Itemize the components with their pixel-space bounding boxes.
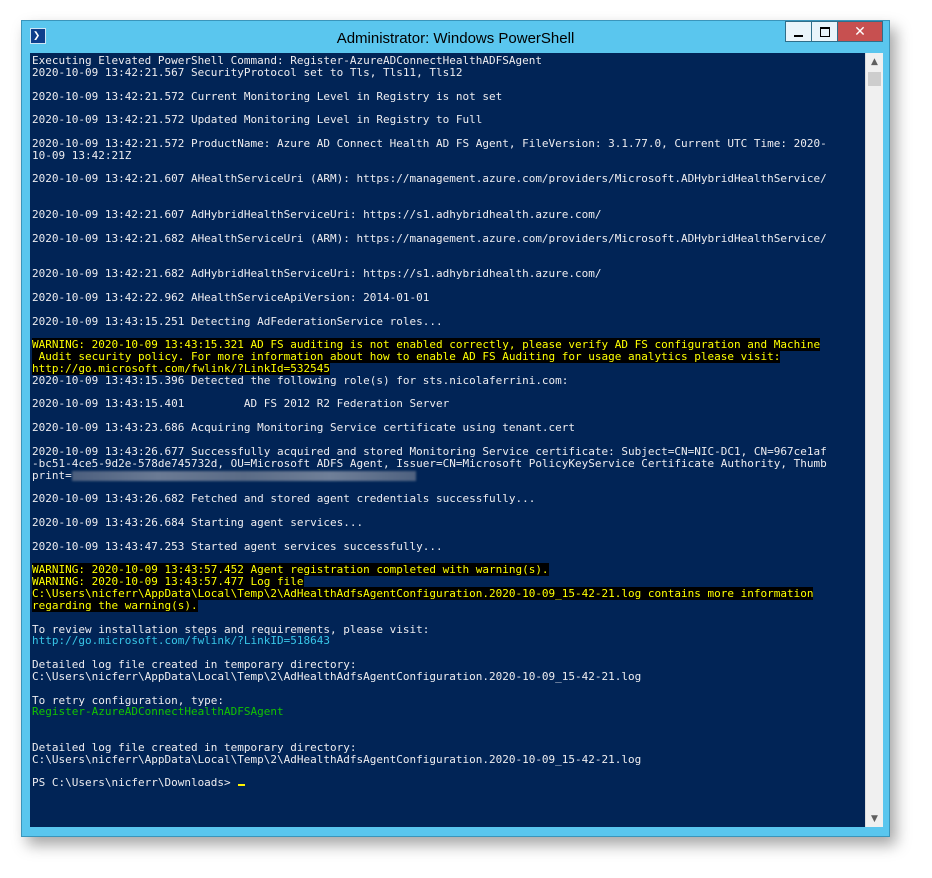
console-line-text: 2020-10-09 13:43:47.253 Started agent se… [32,539,443,553]
console-line-text: 2020-10-09 13:43:26.682 Fetched and stor… [32,492,536,506]
console-output[interactable]: Executing Elevated PowerShell Command: R… [30,53,865,827]
text-cursor [238,784,246,787]
close-button[interactable]: ✕ [838,21,883,42]
scroll-thumb[interactable] [868,72,881,86]
window-title: Administrator: Windows PowerShell [336,30,575,47]
console-lines: Executing Elevated PowerShell Command: R… [32,55,864,789]
console-line: 2020-10-09 13:43:23.686 Acquiring Monito… [32,422,864,434]
console-line-text: 2020-10-09 13:42:22.962 AHealthServiceAp… [32,290,430,304]
console-line: 2020-10-09 13:43:15.251 Detecting AdFede… [32,314,864,328]
console-line-text: regarding the warning(s). [32,598,198,612]
console-line-text: C:\Users\nicferr\AppData\Local\Temp\2\Ad… [32,752,642,766]
console-line-text: 2020-10-09 13:42:21.572 Current Monitori… [32,89,503,103]
console-line: 2020-10-09 13:42:21.607 AdHybridHealthSe… [32,209,864,221]
console-line: 2020-10-09 13:42:22.962 AHealthServiceAp… [32,290,864,304]
console-line-text: 2020-10-09 13:42:21.567 SecurityProtocol… [32,65,463,79]
console-line: C:\Users\nicferr\AppData\Local\Temp\2\Ad… [32,669,864,683]
console-line: 2020-10-09 13:43:47.253 Started agent se… [32,539,864,553]
maximize-icon [819,26,830,37]
console-line: 10-09 13:42:21Z [32,148,864,162]
prompt-line[interactable]: PS C:\Users\nicferr\Downloads> [32,777,864,789]
console-line-text: print= [32,468,72,482]
console-line-text: 2020-10-09 13:42:21.572 ProductName: Azu… [32,136,827,150]
console-line: 2020-10-09 13:42:21.567 SecurityProtocol… [32,65,864,79]
console-line-text: 2020-10-09 13:43:26.684 Starting agent s… [32,515,364,529]
console-line: 2020-10-09 13:42:21.572 Current Monitori… [32,89,864,103]
scroll-up-icon[interactable]: ▲ [866,53,883,70]
vertical-scrollbar[interactable]: ▲ ▼ [865,53,883,827]
console-line: regarding the warning(s). [32,598,864,612]
console-line-text: 2020-10-09 13:43:15.401 AD FS 2012 R2 Fe… [32,397,450,411]
console-line: 2020-10-09 13:42:21.682 AHealthServiceUr… [32,231,864,245]
console-line: 2020-10-09 13:43:15.401 AD FS 2012 R2 Fe… [32,398,864,410]
console-line: -bc51-4ce5-9d2e-578de745732d, OU=Microso… [32,456,864,470]
console-line-text: 2020-10-09 13:43:15.251 Detecting AdFede… [32,314,443,328]
console-line-text: http://go.microsoft.com/fwlink/?LinkID=5… [32,634,331,648]
console-line: 2020-10-09 13:43:26.684 Starting agent s… [32,515,864,529]
scroll-down-icon[interactable]: ▼ [866,810,883,827]
console-line-text: 2020-10-09 13:43:15.396 Detected the fol… [32,373,569,387]
console-line-text: -bc51-4ce5-9d2e-578de745732d, OU=Microso… [32,456,827,470]
maximize-button[interactable] [812,21,838,42]
console-line: http://go.microsoft.com/fwlink/?LinkID=5… [32,635,864,647]
console-line: 2020-10-09 13:42:21.607 AHealthServiceUr… [32,173,864,185]
console-line-text: 2020-10-09 13:42:21.572 Updated Monitori… [32,113,483,127]
title-bar[interactable]: ❯ Administrator: Windows PowerShell ✕ [22,21,889,53]
console-line-text: 2020-10-09 13:42:21.682 AdHybridHealthSe… [32,267,602,281]
console-line-text: 2020-10-09 13:43:23.686 Acquiring Monito… [32,421,576,435]
console-line: 2020-10-09 13:43:26.682 Fetched and stor… [32,493,864,505]
console-line: print= [32,468,864,482]
console-line: C:\Users\nicferr\AppData\Local\Temp\2\Ad… [32,752,864,766]
console-line: Register-AzureADConnectHealthADFSAgent [32,706,864,718]
console-line-text: 2020-10-09 13:42:21.607 AHealthServiceUr… [32,172,827,186]
minimize-button[interactable] [785,21,812,42]
close-icon: ✕ [854,23,866,40]
minimize-icon [794,34,803,37]
console-line: 2020-10-09 13:42:21.682 AdHybridHealthSe… [32,268,864,280]
console-line-text: PS C:\Users\nicferr\Downloads> [32,776,238,790]
console-line-text: 10-09 13:42:21Z [32,148,132,162]
console-line: 2020-10-09 13:42:21.572 ProductName: Azu… [32,136,864,150]
console-line-text: 2020-10-09 13:42:21.682 AHealthServiceUr… [32,231,827,245]
console-line-text: 2020-10-09 13:42:21.607 AdHybridHealthSe… [32,207,602,221]
console-line-text: C:\Users\nicferr\AppData\Local\Temp\2\Ad… [32,669,642,683]
console-line: 2020-10-09 13:42:21.572 Updated Monitori… [32,114,864,126]
console-line-text: Register-AzureADConnectHealthADFSAgent [32,705,284,719]
powershell-window: ❯ Administrator: Windows PowerShell ✕ Ex… [21,20,890,837]
console-line: 2020-10-09 13:43:15.396 Detected the fol… [32,373,864,387]
redacted-thumbprint [71,470,417,481]
